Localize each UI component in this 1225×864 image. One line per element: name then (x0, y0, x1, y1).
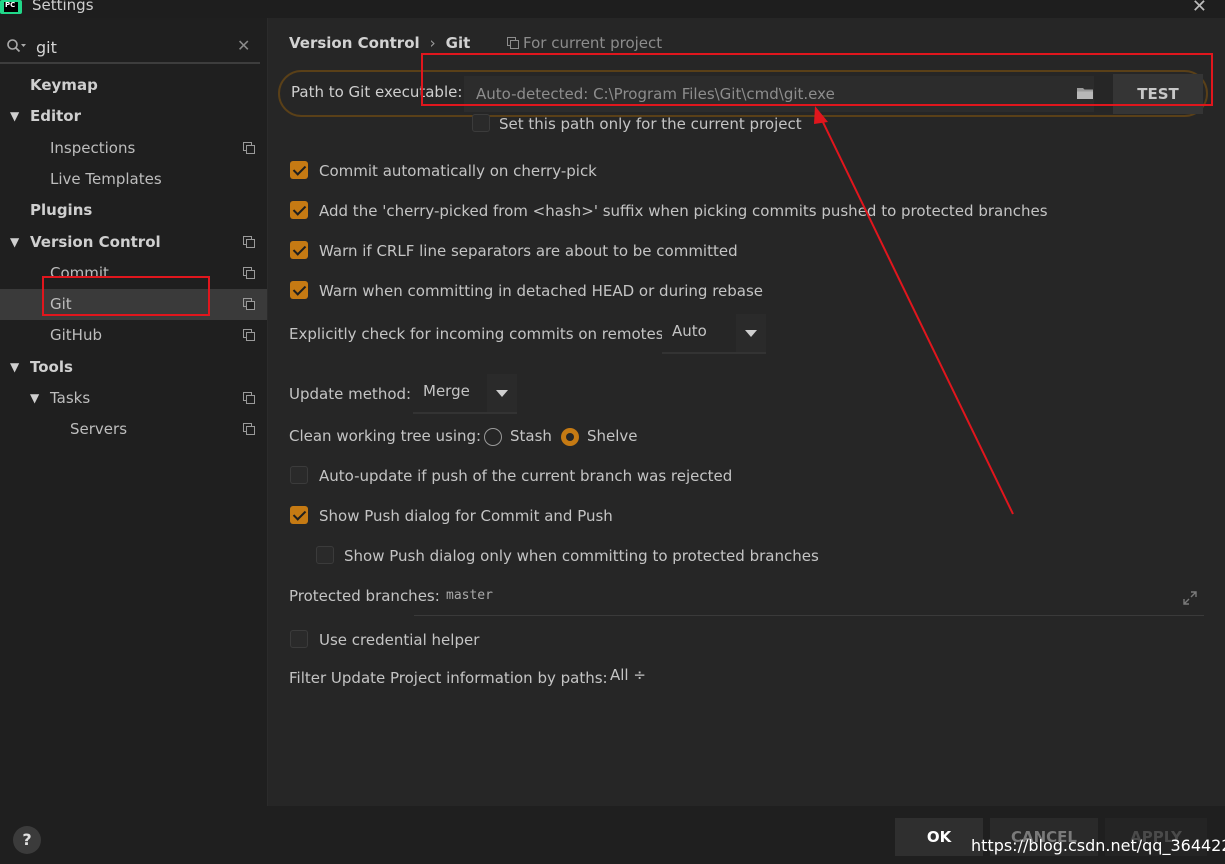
breadcrumb-current: Git (445, 34, 471, 52)
filter-update-dropdown[interactable]: All ÷ (610, 666, 646, 684)
sidebar-item-label: Plugins (30, 201, 93, 220)
close-icon[interactable]: ✕ (1192, 0, 1207, 17)
expand-arrow-icon[interactable]: ▼ (10, 101, 19, 132)
project-scope-icon (243, 266, 255, 279)
project-scope-icon (507, 37, 519, 49)
option-checkbox[interactable] (290, 281, 308, 299)
project-scope-icon (243, 141, 255, 154)
clean-tree-label: Clean working tree using: (289, 427, 482, 445)
scope-hint-label: For current project (523, 34, 663, 52)
project-scope-icon (243, 423, 255, 436)
show-push-protected-label: Show Push dialog only when committing to… (344, 547, 819, 565)
annotation-box-git-item (42, 276, 210, 316)
expand-arrow-icon[interactable]: ▼ (10, 227, 19, 258)
project-scope-icon (243, 298, 255, 311)
incoming-commits-combo[interactable]: Auto (662, 314, 766, 354)
settings-sidebar: ✕ Keymap ▼ Editor Inspections Live Templates… (0, 18, 267, 806)
stash-label[interactable]: Stash (510, 424, 552, 448)
credential-helper-label: Use credential helper (319, 631, 480, 649)
breadcrumb: Version Control › Git (289, 34, 470, 52)
project-scope-icon (243, 392, 255, 404)
incoming-commits-value: Auto (672, 322, 707, 340)
app-logo-icon: PC (0, 0, 22, 14)
shelve-label[interactable]: Shelve (587, 424, 638, 448)
dialog-footer: ? OK CANCEL APPLY https://blog.csdn.net/… (0, 806, 1225, 864)
sidebar-item-label: Inspections (50, 138, 136, 157)
annotation-box-git-path (421, 53, 1213, 106)
project-scope-icon (243, 329, 255, 342)
current-project-path-label: Set this path only for the current proje… (499, 115, 802, 133)
sidebar-item-label: Keymap (30, 76, 98, 94)
sidebar-item-label: Servers (70, 420, 128, 439)
filter-update-label: Filter Update Project information by pat… (289, 669, 608, 687)
ok-button[interactable]: OK (895, 818, 983, 856)
show-push-protected-checkbox[interactable] (316, 546, 334, 564)
search-input[interactable] (36, 34, 226, 60)
scope-hint: For current project (507, 34, 662, 52)
window-title: Settings (32, 0, 94, 14)
auto-update-checkbox[interactable] (290, 466, 308, 484)
sidebar-item-github[interactable]: GitHub (0, 320, 267, 351)
sidebar-item-editor[interactable]: ▼ Editor (0, 101, 267, 132)
settings-main-panel: Version Control › Git For current project … (268, 18, 1225, 806)
search-icon[interactable] (6, 38, 26, 54)
chevron-down-icon[interactable] (736, 314, 766, 352)
project-scope-icon (243, 235, 255, 248)
help-icon[interactable]: ? (13, 826, 41, 854)
stash-radio[interactable] (484, 428, 502, 446)
expand-arrow-icon[interactable]: ▼ (30, 383, 39, 414)
expand-icon[interactable] (1182, 590, 1198, 606)
sidebar-item-label: Editor (30, 107, 81, 126)
option-checkbox[interactable] (290, 201, 308, 219)
search-box: ✕ (0, 30, 260, 64)
auto-update-label: Auto-update if push of the current branc… (319, 467, 733, 485)
option-checkbox-label: Warn when committing in detached HEAD or… (319, 282, 764, 300)
watermark-url: https://blog.csdn.net/qq_36442252 (971, 836, 1225, 855)
option-checkbox-label: Commit automatically on cherry-pick (319, 162, 597, 180)
update-method-value: Merge (423, 382, 470, 400)
incoming-commits-label: Explicitly check for incoming commits on… (289, 325, 669, 343)
option-checkbox[interactable] (290, 161, 308, 179)
protected-branches-field[interactable]: master (414, 582, 1204, 616)
show-push-checkbox[interactable] (290, 506, 308, 524)
protected-branches-value: master (446, 588, 493, 603)
sidebar-item-label: Version Control (30, 232, 161, 251)
clear-search-icon[interactable]: ✕ (237, 36, 250, 55)
sidebar-item-label: Tools (30, 357, 73, 376)
sidebar-item-label: GitHub (50, 326, 102, 345)
shelve-radio[interactable] (561, 428, 579, 446)
sidebar-item-plugins[interactable]: Plugins (0, 195, 267, 226)
breadcrumb-separator: › (429, 34, 436, 52)
current-project-path-checkbox[interactable] (472, 114, 490, 132)
sidebar-item-live-templates[interactable]: Live Templates (0, 164, 267, 195)
show-push-label: Show Push dialog for Commit and Push (319, 507, 613, 525)
sidebar-item-keymap[interactable]: Keymap (0, 70, 267, 101)
sidebar-item-tools[interactable]: ▼ Tools (0, 352, 267, 383)
expand-arrow-icon[interactable]: ▼ (10, 352, 19, 383)
option-checkbox-label: Warn if CRLF line separators are about t… (319, 242, 738, 260)
sidebar-item-inspections[interactable]: Inspections (0, 133, 267, 164)
sidebar-item-label: Live Templates (50, 169, 162, 188)
option-checkbox[interactable] (290, 241, 308, 259)
sidebar-item-version-control[interactable]: ▼ Version Control (0, 227, 267, 258)
update-method-combo[interactable]: Merge (413, 374, 517, 414)
title-bar: PC Settings ✕ (0, 0, 1225, 18)
breadcrumb-parent[interactable]: Version Control (289, 34, 420, 52)
sidebar-item-label: Tasks (50, 389, 91, 407)
update-method-label: Update method: (289, 385, 412, 403)
sidebar-item-servers[interactable]: Servers (0, 414, 267, 445)
option-checkbox-label: Add the 'cherry-picked from <hash>' suff… (319, 202, 1048, 220)
sidebar-item-tasks[interactable]: ▼ Tasks (0, 383, 267, 414)
chevron-down-icon[interactable] (487, 374, 517, 412)
credential-helper-checkbox[interactable] (290, 630, 308, 648)
